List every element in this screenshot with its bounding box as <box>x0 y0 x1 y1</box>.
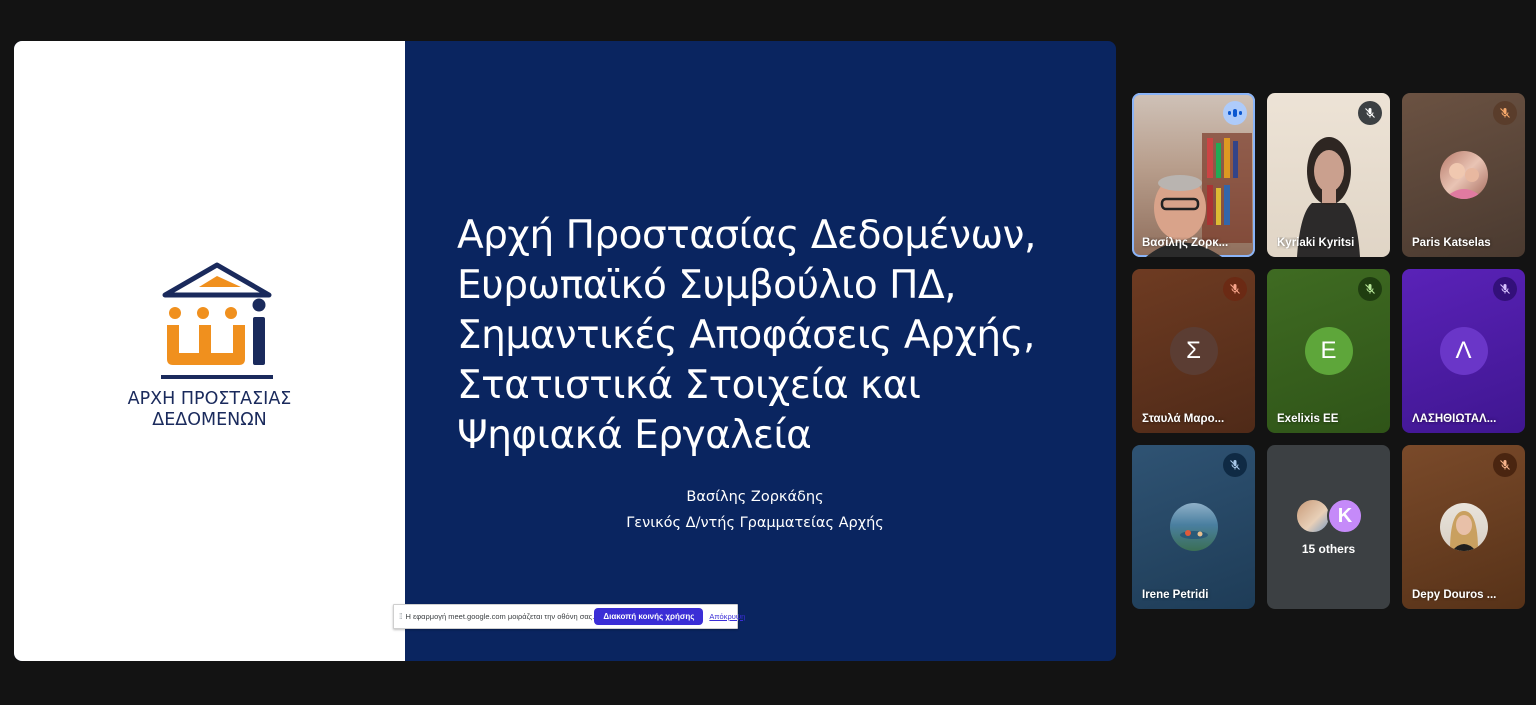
others-tile[interactable]: K 15 others <box>1267 445 1390 609</box>
participant-name: Σταυλά Μαρο... <box>1142 413 1225 425</box>
participant-name: Exelixis EE <box>1277 413 1339 425</box>
participant-tile[interactable]: Paris Katselas <box>1402 93 1525 257</box>
participant-tile[interactable]: Irene Petridi <box>1132 445 1255 609</box>
presenter-role: Γενικός Δ/ντής Γραμματείας Αρχής <box>626 515 884 531</box>
drag-handle-icon[interactable]: ⁞⁞ <box>399 612 403 620</box>
speaking-indicator-icon <box>1223 101 1247 125</box>
participant-avatar <box>1169 503 1218 551</box>
hide-banner-link[interactable]: Απόκρυψη <box>709 612 745 621</box>
mic-off-icon <box>1493 453 1517 477</box>
mic-off-icon <box>1223 277 1247 301</box>
slide-title-line: Αρχή Προστασίας Δεδομένων, <box>457 213 1036 258</box>
mic-off-icon <box>1358 277 1382 301</box>
participant-tile[interactable]: Σ Σταυλά Μαρο... <box>1132 269 1255 433</box>
participant-name: ΛΑΣΗΘΙΩΤΑΛ... <box>1412 413 1497 425</box>
participant-tile[interactable]: Βασίλης Ζορκ... <box>1132 93 1255 257</box>
stop-sharing-button[interactable]: Διακοπή κοινής χρήσης <box>594 608 704 625</box>
avatar-photo <box>1449 511 1478 551</box>
participant-tile[interactable]: E Exelixis EE <box>1267 269 1390 433</box>
others-count: 15 others <box>1301 542 1356 556</box>
others-avatar-letter: K <box>1327 498 1363 534</box>
participant-tile[interactable]: Kyriaki Kyritsi <box>1267 93 1390 257</box>
logo-line-1: ΑΡΧΗ ΠΡΟΣΤΑΣΙΑΣ <box>127 389 292 409</box>
participant-avatar: Σ <box>1169 327 1218 375</box>
share-banner-message: Η εφαρμογή meet.google.com μοιράζεται τη… <box>405 612 595 621</box>
participant-avatar <box>1439 151 1488 199</box>
participant-name: Paris Katselas <box>1412 237 1491 249</box>
slide-title-line: Σημαντικές Αποφάσεις Αρχής, <box>457 313 1035 358</box>
logo-caption: ΑΡΧΗ ΠΡΟΣΤΑΣΙΑΣ ΔΕΔΟΜΕΝΩΝ <box>128 389 292 431</box>
slide-title-line: Ψηφιακά Εργαλεία <box>457 413 812 458</box>
participant-avatar: Λ <box>1439 327 1488 375</box>
avatar-photo <box>1443 163 1484 199</box>
participant-name: Βασίλης Ζορκ... <box>1142 237 1229 249</box>
slide-title-line: Στατιστικά Στοιχεία και <box>457 363 921 408</box>
mic-off-icon <box>1223 453 1247 477</box>
mic-off-icon <box>1358 101 1382 125</box>
logo-line-2: ΔΕΔΟΜΕΝΩΝ <box>152 410 267 430</box>
others-avatar-photo <box>1295 498 1331 534</box>
slide-title: Αρχή Προστασίας Δεδομένων, Ευρωπαϊκό Συμ… <box>457 211 1097 461</box>
slide-content-panel: Αρχή Προστασίας Δεδομένων, Ευρωπαϊκό Συμ… <box>405 41 1116 661</box>
shared-presentation: ΑΡΧΗ ΠΡΟΣΤΑΣΙΑΣ ΔΕΔΟΜΕΝΩΝ Αρχή Προστασία… <box>14 41 1116 661</box>
presenter-name: Βασίλης Ζορκάδης <box>686 489 824 505</box>
hdpa-logo-icon <box>160 262 273 379</box>
slide-title-line: Ευρωπαϊκό Συμβούλιο ΠΔ, <box>457 263 957 308</box>
participant-avatar <box>1439 503 1488 551</box>
participant-avatar: E <box>1304 327 1353 375</box>
participant-name: Kyriaki Kyritsi <box>1277 237 1355 249</box>
mic-off-icon <box>1493 101 1517 125</box>
participant-tile[interactable]: Depy Douros ... <box>1402 445 1525 609</box>
participant-name: Depy Douros ... <box>1412 589 1497 601</box>
slide-logo-panel: ΑΡΧΗ ΠΡΟΣΤΑΣΙΑΣ ΔΕΔΟΜΕΝΩΝ <box>14 41 405 661</box>
screen-share-banner[interactable]: ⁞⁞ Η εφαρμογή meet.google.com μοιράζεται… <box>393 604 745 629</box>
mic-off-icon <box>1493 277 1517 301</box>
participant-tile[interactable]: Λ ΛΑΣΗΘΙΩΤΑΛ... <box>1402 269 1525 433</box>
participant-name: Irene Petridi <box>1142 589 1209 601</box>
avatar-photo <box>1179 530 1208 539</box>
